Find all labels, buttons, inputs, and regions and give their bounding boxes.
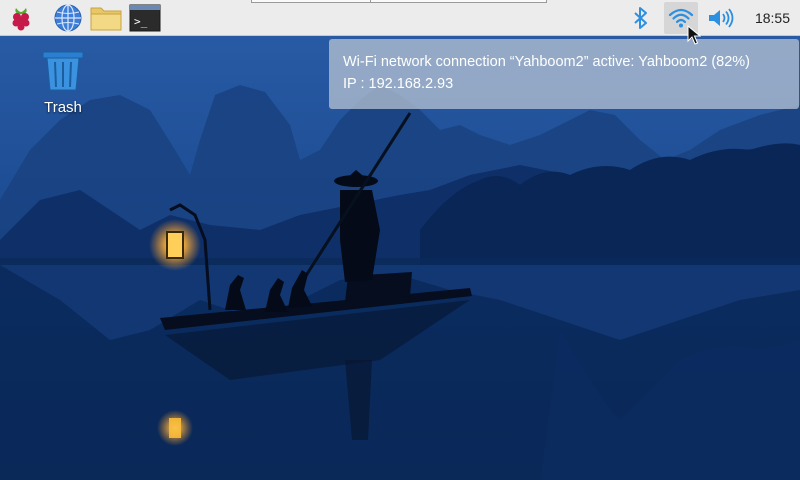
tooltip-connection-text: Wi-Fi network connection “Yahboom2” acti… [343,54,750,70]
folder-icon [90,7,122,31]
tooltip-ip-text: IP : 192.168.2.93 [343,76,454,92]
globe-icon [54,4,82,32]
bluetooth-tray-button[interactable] [624,2,658,34]
file-manager-launcher[interactable] [89,2,123,34]
bluetooth-icon [634,7,647,29]
raspberry-menu-button[interactable] [4,2,38,34]
window-list-divider [370,0,371,3]
terminal-icon: >_ [129,4,161,32]
desktop-icon-label: Trash [44,99,82,116]
svg-text:>_: >_ [134,15,148,28]
raspberry-icon [12,8,30,31]
terminal-launcher[interactable]: >_ [128,2,162,34]
speaker-icon [709,8,734,28]
window-list[interactable] [251,0,547,3]
clock[interactable]: 18:55 [755,0,790,36]
trash-icon [42,51,84,91]
mouse-cursor-icon [687,25,701,45]
web-browser-launcher[interactable] [51,2,85,34]
network-tooltip: Wi-Fi network connection “Yahboom2” acti… [329,39,799,109]
taskbar: >_ 18:55 [0,0,800,36]
volume-tray-button[interactable] [704,2,738,34]
desktop-icon-trash[interactable]: Trash [30,50,96,116]
